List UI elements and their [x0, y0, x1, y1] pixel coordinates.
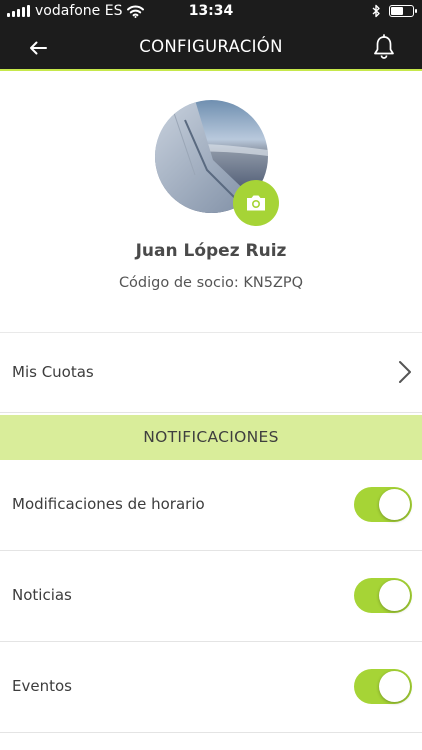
status-bar: vodafone ES 13:34 [0, 0, 422, 24]
notification-label: Modificaciones de horario [12, 495, 205, 513]
toggle-eventos[interactable] [354, 669, 412, 704]
toggle-knob [379, 580, 410, 611]
battery-icon [389, 5, 417, 17]
notification-row-horario: Modificaciones de horario [0, 460, 422, 551]
page-title: CONFIGURACIÓN [139, 37, 283, 56]
toggle-noticias[interactable] [354, 578, 412, 613]
notifications-button[interactable] [370, 32, 398, 62]
mis-cuotas-label: Mis Cuotas [12, 363, 94, 381]
toggle-knob [379, 671, 410, 702]
bluetooth-icon [372, 4, 380, 18]
notification-label: Noticias [12, 586, 72, 604]
toggle-horario[interactable] [354, 487, 412, 522]
chevron-right-icon [399, 361, 411, 383]
toggle-knob [379, 489, 410, 520]
notifications-header: NOTIFICACIONES [0, 415, 422, 460]
profile-section: Juan López Ruiz Código de socio: KN5ZPQ [0, 73, 422, 333]
member-code: Código de socio: KN5ZPQ [118, 275, 304, 291]
notification-row-noticias: Noticias [0, 551, 422, 642]
profile-name: Juan López Ruiz [135, 241, 287, 261]
bell-icon [374, 34, 394, 59]
notification-row-eventos: Eventos [0, 642, 422, 733]
notification-label: Eventos [12, 677, 72, 695]
mis-cuotas-row[interactable]: Mis Cuotas [0, 333, 422, 413]
change-photo-button[interactable] [233, 180, 279, 226]
battery-fill [391, 7, 403, 15]
status-time: 13:34 [188, 3, 234, 19]
nav-bar: CONFIGURACIÓN [0, 24, 422, 71]
camera-icon [247, 195, 265, 211]
status-right [372, 4, 417, 18]
